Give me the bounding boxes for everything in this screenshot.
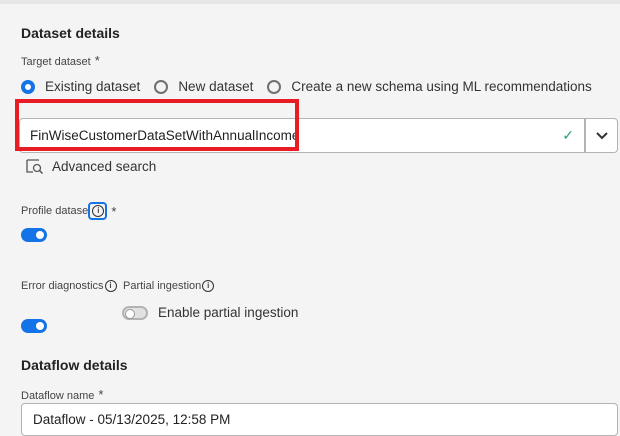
info-icon[interactable]: i <box>104 280 117 293</box>
partial-ingestion-toggle-label: Enable partial ingestion <box>158 305 299 320</box>
label-text: Partial ingestion <box>123 280 202 292</box>
section-title: Dataset details <box>21 25 120 41</box>
info-icon: i <box>92 205 105 218</box>
partial-ingestion-control[interactable]: Enable partial ingestion <box>122 305 298 320</box>
required-icon: * <box>98 387 104 402</box>
radio-existing-dataset[interactable]: Existing dataset <box>21 79 140 94</box>
target-dataset-radio-group: Existing dataset New dataset Create a ne… <box>21 79 606 94</box>
radio-new-dataset[interactable]: New dataset <box>154 79 253 94</box>
dataflow-name-value: Dataflow - 05/13/2025, 12:58 PM <box>33 412 231 427</box>
dataflow-section-title: Dataflow details <box>21 357 128 373</box>
radio-icon <box>267 79 282 94</box>
advanced-search-button[interactable]: Advanced search <box>26 158 156 174</box>
profile-dataset-toggle[interactable] <box>21 228 47 242</box>
profile-info-button[interactable]: i <box>88 202 108 221</box>
radio-icon <box>154 79 169 94</box>
radio-ml-schema[interactable]: Create a new schema using ML recommendat… <box>267 79 592 94</box>
target-dataset-label: Target dataset * <box>21 53 100 68</box>
highlight-box <box>15 99 299 151</box>
dataflow-name-input[interactable]: Dataflow - 05/13/2025, 12:58 PM <box>21 403 618 436</box>
label-text: Dataflow name <box>21 390 95 402</box>
radio-label: Create a new schema using ML recommendat… <box>291 79 592 94</box>
chevron-down-icon <box>595 131 608 139</box>
advanced-search-label: Advanced search <box>52 158 157 174</box>
top-divider <box>0 0 620 4</box>
required-icon: * <box>94 53 100 68</box>
label-text: Profile dataset <box>21 205 92 218</box>
radio-label: New dataset <box>178 79 254 94</box>
advanced-search-icon <box>26 159 44 174</box>
radio-icon <box>21 79 35 94</box>
partial-ingestion-toggle[interactable] <box>122 305 148 320</box>
profile-dataset-label: Profile dataset i * <box>21 202 117 221</box>
radio-label: Existing dataset <box>45 79 141 94</box>
info-icon[interactable]: i <box>202 280 215 293</box>
dataflow-name-label: Dataflow name * <box>21 387 103 402</box>
partial-ingestion-label: Partial ingestion i <box>123 280 215 293</box>
required-icon: * <box>111 203 117 219</box>
dataset-dropdown-button[interactable] <box>585 118 618 153</box>
label-text: Target dataset <box>21 56 91 68</box>
error-diagnostics-toggle[interactable] <box>21 319 47 333</box>
label-text: Error diagnostics <box>21 280 104 292</box>
valid-check-icon: ✓ <box>562 127 574 143</box>
error-diagnostics-label: Error diagnostics i <box>21 280 117 293</box>
